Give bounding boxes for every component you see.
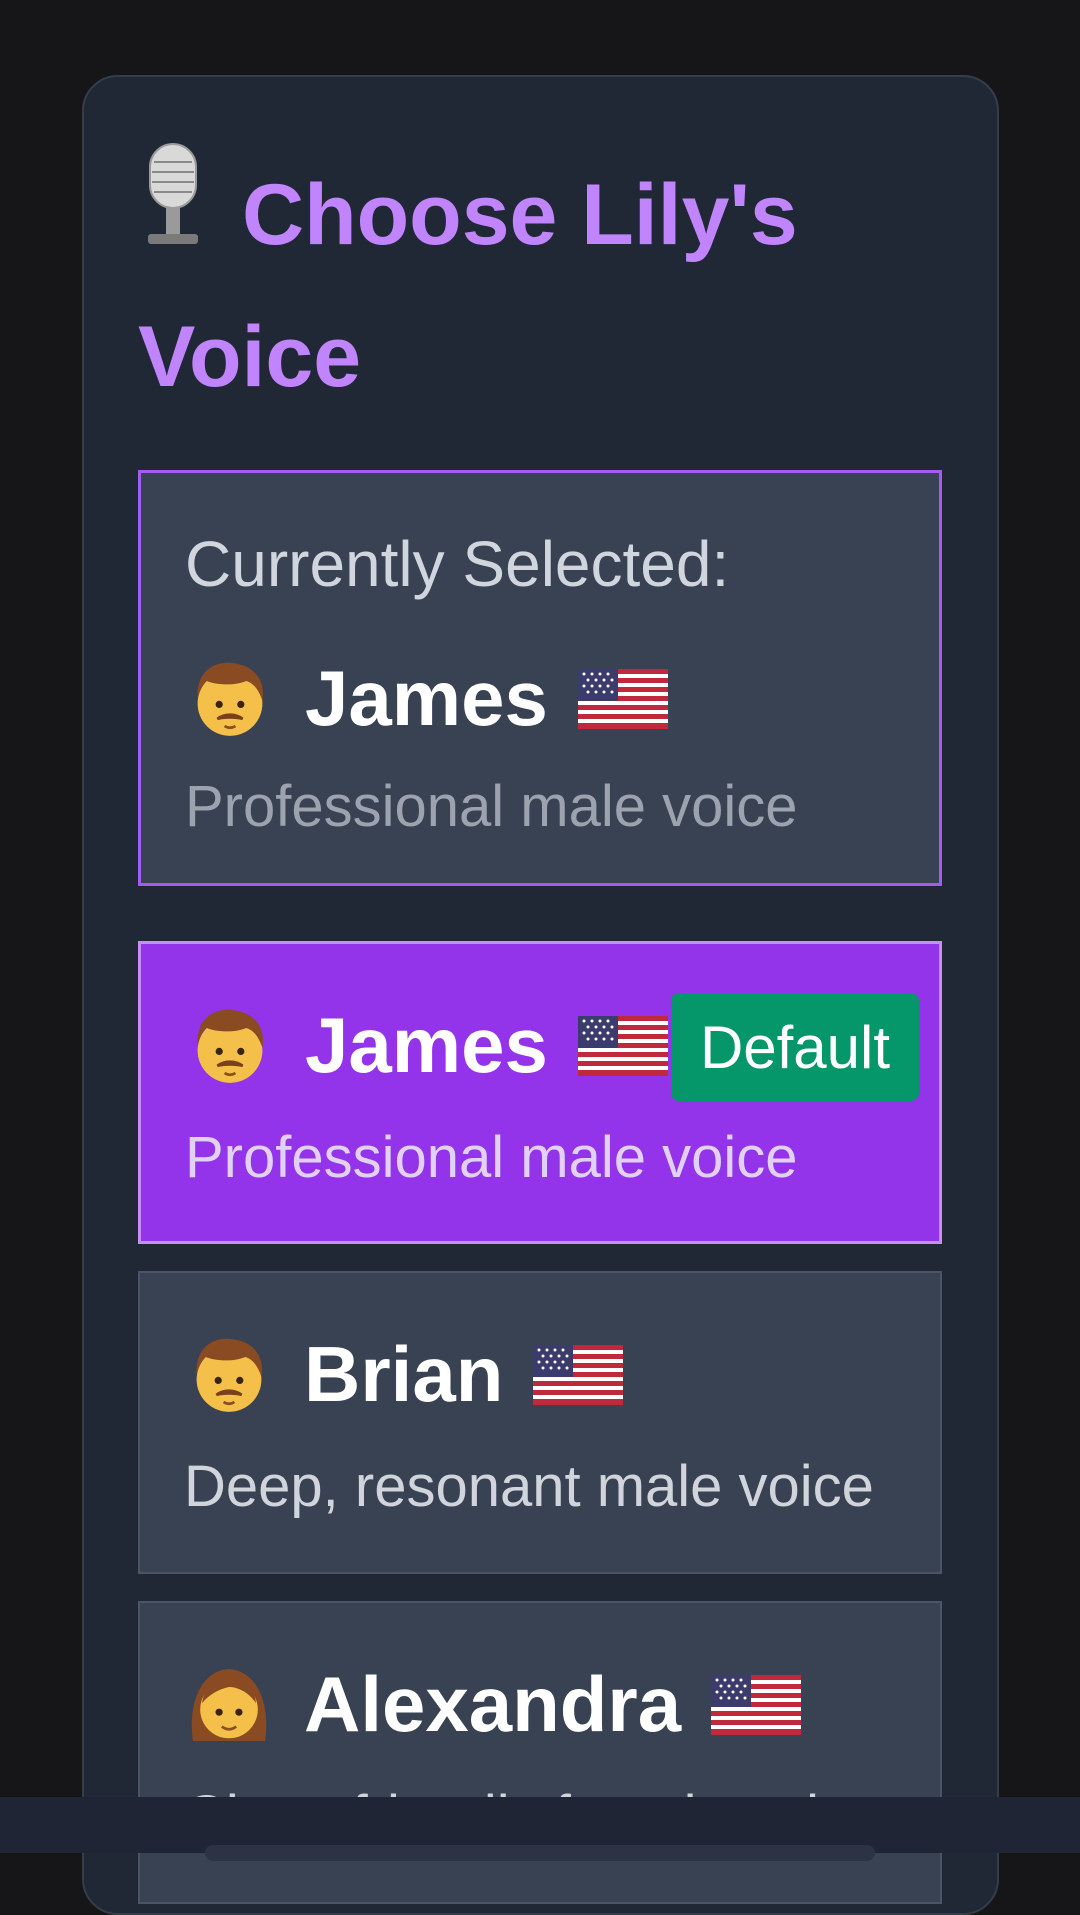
man-icon <box>185 654 275 744</box>
voice-name: Brian <box>304 1330 504 1418</box>
current-voice-card: Currently Selected: James Professional m… <box>138 470 942 886</box>
us-flag-icon <box>578 1016 668 1076</box>
voice-name: James <box>305 1001 548 1089</box>
us-flag-icon <box>533 1345 623 1405</box>
voice-option-james[interactable]: James Default Professional male voice <box>138 941 942 1244</box>
voice-description: Deep, resonant male voice <box>184 1454 874 1519</box>
voice-name: Alexandra <box>304 1660 682 1748</box>
page-title-text: Choose Lily's Voice <box>138 167 798 405</box>
home-indicator[interactable] <box>205 1845 875 1861</box>
voice-name: James <box>305 654 548 742</box>
voice-row: Alexandra <box>184 1659 801 1750</box>
man-icon <box>184 1330 274 1420</box>
us-flag-icon <box>578 669 668 729</box>
microphone-icon <box>138 140 208 244</box>
voice-option-brian[interactable]: Brian Deep, resonant male voice <box>138 1271 942 1574</box>
voice-description: Professional male voice <box>185 1125 798 1190</box>
current-voice-row: James <box>185 653 668 744</box>
man-icon <box>185 1001 275 1091</box>
voice-row: James <box>185 1000 668 1091</box>
us-flag-icon <box>711 1675 801 1735</box>
default-badge: Default <box>671 993 919 1101</box>
voice-row: Brian <box>184 1329 623 1420</box>
page-title: Choose Lily's Voice <box>138 140 938 428</box>
current-voice-label: Currently Selected: <box>185 528 730 600</box>
woman-icon <box>184 1660 274 1750</box>
voice-description: Professional male voice <box>185 774 798 839</box>
